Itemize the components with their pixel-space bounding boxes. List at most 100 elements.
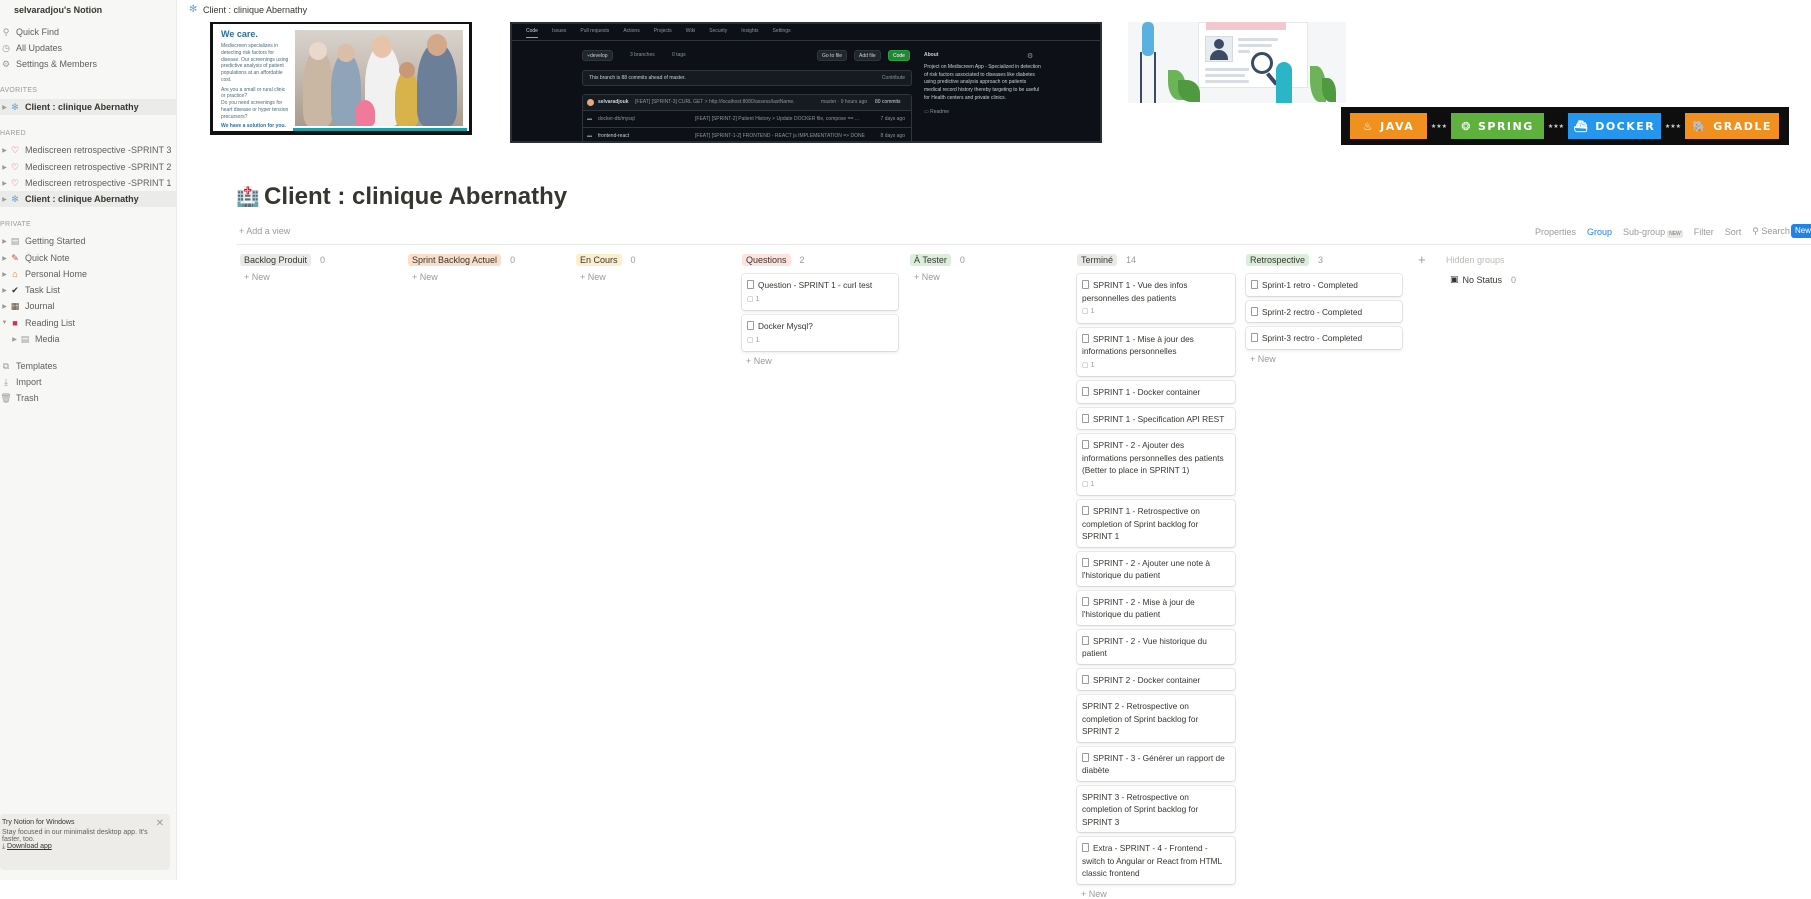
sidebar-item-task-list[interactable]: ▶ ✔ Task List [0, 282, 177, 298]
toggle-arrow-icon[interactable]: ▶ [0, 303, 9, 310]
sidebar-item-favorite-clinique[interactable]: ▶ ✻ Client : clinique Abernathy [0, 99, 177, 115]
sidebar-item-reading-list[interactable]: ▼ ■ Reading List [0, 315, 177, 331]
sidebar-settings[interactable]: ⚙ Settings & Members [0, 56, 177, 72]
board-card[interactable]: Docker Mysql? ▢ 1 [742, 315, 898, 351]
board-card[interactable]: SPRINT - 3 - Générer un rapport de diabè… [1077, 746, 1235, 781]
add-card-button[interactable]: + New [1077, 889, 1235, 899]
download-app-link[interactable]: Download app [7, 843, 52, 850]
add-card-button[interactable]: + New [742, 356, 898, 366]
sidebar-templates[interactable]: ⧉ Templates [0, 358, 177, 374]
breadcrumb[interactable]: Client : clinique Abernathy [203, 5, 307, 15]
face [309, 42, 327, 60]
board-card[interactable]: SPRINT 2 - Retrospective on completion o… [1077, 695, 1235, 742]
filter-button[interactable]: Filter [1694, 227, 1714, 237]
sidebar-item-personal-home[interactable]: ▶ ⌂ Personal Home [0, 266, 177, 282]
sidebar-all-updates[interactable]: ◷ All Updates [0, 40, 177, 56]
sidebar-trash[interactable]: 🗑 Trash [0, 390, 177, 406]
properties-button[interactable]: Properties [1535, 227, 1576, 237]
column-header[interactable]: Retrospective 3 [1246, 252, 1402, 268]
sidebar-item-retro-3[interactable]: ▶ ♡ Mediscreen retrospective -SPRINT 3 [0, 142, 177, 158]
add-card-button[interactable]: + New [910, 272, 1066, 282]
sidebar-item-retro-2[interactable]: ▶ ♡ Mediscreen retrospective -SPRINT 2 [0, 159, 177, 175]
gear-icon: ⚙ [1, 58, 11, 69]
chevron-updown-icon[interactable]: ◇ [92, 5, 98, 14]
toggle-arrow-icon[interactable]: ▶ [0, 180, 9, 187]
new-button[interactable]: New [1791, 224, 1811, 238]
board-card[interactable]: SPRINT - 2 - Ajouter une note à l'histor… [1077, 551, 1235, 586]
board-card[interactable]: SPRINT 1 - Mise à jour des informations … [1077, 327, 1235, 376]
toggle-arrow-icon[interactable]: ▶ [0, 147, 9, 154]
github-tab: Issues [551, 28, 567, 34]
card-title-row: SPRINT 1 - Mise à jour des informations … [1082, 333, 1230, 358]
sidebar-item-journal[interactable]: ▶ ▦ Journal [0, 298, 177, 314]
board-card[interactable]: Extra - SPRINT - 4 - Frontend - switch t… [1077, 837, 1235, 884]
board-card[interactable]: SPRINT 1 - Retrospective on completion o… [1077, 500, 1235, 547]
column-header[interactable]: Terminé 14 [1077, 252, 1235, 268]
board-card[interactable]: Sprint-3 rectro - Completed [1246, 327, 1402, 349]
board-card[interactable]: SPRINT 3 - Retrospective on completion o… [1077, 785, 1235, 832]
family-photo [295, 30, 463, 126]
document-icon [1251, 333, 1258, 342]
column-header[interactable]: À Tester 0 [910, 252, 1066, 268]
board-card[interactable]: SPRINT - 2 - Mise à jour de l'historique… [1077, 590, 1235, 625]
subgroup-button[interactable]: Sub-group NEW [1623, 227, 1683, 238]
toggle-arrow-icon[interactable]: ▶ [0, 164, 9, 171]
heart-icon: ♡ [10, 161, 20, 172]
sidebar-item-label: Import [16, 377, 42, 387]
board-card[interactable]: SPRINT 1 - Specification API REST [1077, 407, 1235, 429]
toggle-arrow-icon[interactable]: ▼ [0, 320, 9, 326]
board-card[interactable]: SPRINT 1 - Vue des infos personnelles de… [1077, 274, 1235, 323]
document-icon [747, 321, 754, 330]
column-header[interactable]: Questions 2 [742, 252, 898, 268]
toggle-arrow-icon[interactable]: ▶ [0, 196, 9, 203]
add-card-label: New [419, 272, 438, 282]
hidden-group-no-status[interactable]: ▣ No Status 0 [1450, 274, 1516, 285]
toggle-arrow-icon[interactable]: ▶ [0, 287, 9, 294]
sidebar-item-quick-note[interactable]: ▶ ✎ Quick Note [0, 250, 177, 266]
board-card[interactable]: SPRINT 2 - Docker container [1077, 668, 1235, 690]
sidebar-item-retro-1[interactable]: ▶ ♡ Mediscreen retrospective -SPRINT 1 [0, 175, 177, 191]
toggle-arrow-icon[interactable]: ▶ [0, 271, 9, 278]
add-view-button[interactable]: + Add a view [239, 226, 290, 236]
board-card[interactable]: SPRINT - 2 - Vue historique du patient [1077, 629, 1235, 664]
close-icon[interactable]: ✕ [156, 818, 164, 829]
add-card-button[interactable]: + New [408, 272, 564, 282]
gear-icon: ⚙ [1027, 53, 1034, 60]
group-button[interactable]: Group [1587, 227, 1612, 237]
search-label: Search [1761, 226, 1790, 236]
board-card[interactable]: SPRINT 1 - Docker container [1077, 381, 1235, 403]
toggle-arrow-icon[interactable]: ▶ [10, 336, 19, 343]
search-button[interactable]: ⚲ Search [1752, 226, 1790, 237]
toggle-arrow-icon[interactable]: ▶ [0, 104, 9, 111]
board-card[interactable]: Question - SPRINT 1 - curl test ▢ 1 [742, 274, 898, 310]
board-card[interactable]: SPRINT - 2 - Ajouter des informations pe… [1077, 434, 1235, 495]
add-card-button[interactable]: + New [240, 272, 396, 282]
divider [236, 244, 1811, 245]
document-icon [1082, 843, 1089, 852]
column-header[interactable]: En Cours 0 [576, 252, 732, 268]
sidebar-quick-find[interactable]: ⚲ Quick Find [0, 24, 177, 40]
board-column-retro: Retrospective 3 Sprint-1 retro - Completed… [1246, 252, 1402, 364]
hospital-icon[interactable]: 🏥 [236, 185, 260, 209]
sidebar-import[interactable]: ⤓ Import [0, 374, 177, 390]
page-title[interactable]: Client : clinique Abernathy [264, 183, 567, 211]
column-header[interactable]: Backlog Produit 0 [240, 252, 396, 268]
sidebar-item-media[interactable]: ▶ ▤ Media [0, 331, 177, 347]
board-card[interactable]: Sprint-1 retro - Completed [1246, 274, 1402, 296]
toggle-arrow-icon[interactable]: ▶ [0, 238, 9, 245]
sidebar-item-shared-clinique[interactable]: ▶ ✻ Client : clinique Abernathy [0, 191, 177, 207]
workspace-name[interactable]: selvaradjou's Notion [14, 5, 102, 15]
add-group-button[interactable]: + [1418, 252, 1426, 267]
add-card-button[interactable]: + New [576, 272, 732, 282]
add-card-label: New [1257, 353, 1276, 364]
sidebar-item-getting-started[interactable]: ▶ ▤ Getting Started [0, 233, 177, 249]
column-header[interactable]: Sprint Backlog Actuel 0 [408, 252, 564, 268]
sort-button[interactable]: Sort [1725, 227, 1742, 237]
comment-count-value: 1 [1090, 480, 1095, 488]
heart-icon: ♡ [10, 177, 20, 188]
board-card[interactable]: Sprint-2 rectro - Completed [1246, 300, 1402, 322]
toggle-arrow-icon[interactable]: ▶ [0, 255, 9, 262]
card-title: SPRINT 1 - Vue des infos personnelles de… [1082, 280, 1188, 303]
add-card-button[interactable]: + New [1246, 354, 1402, 364]
new-badge: NEW [1667, 229, 1683, 238]
